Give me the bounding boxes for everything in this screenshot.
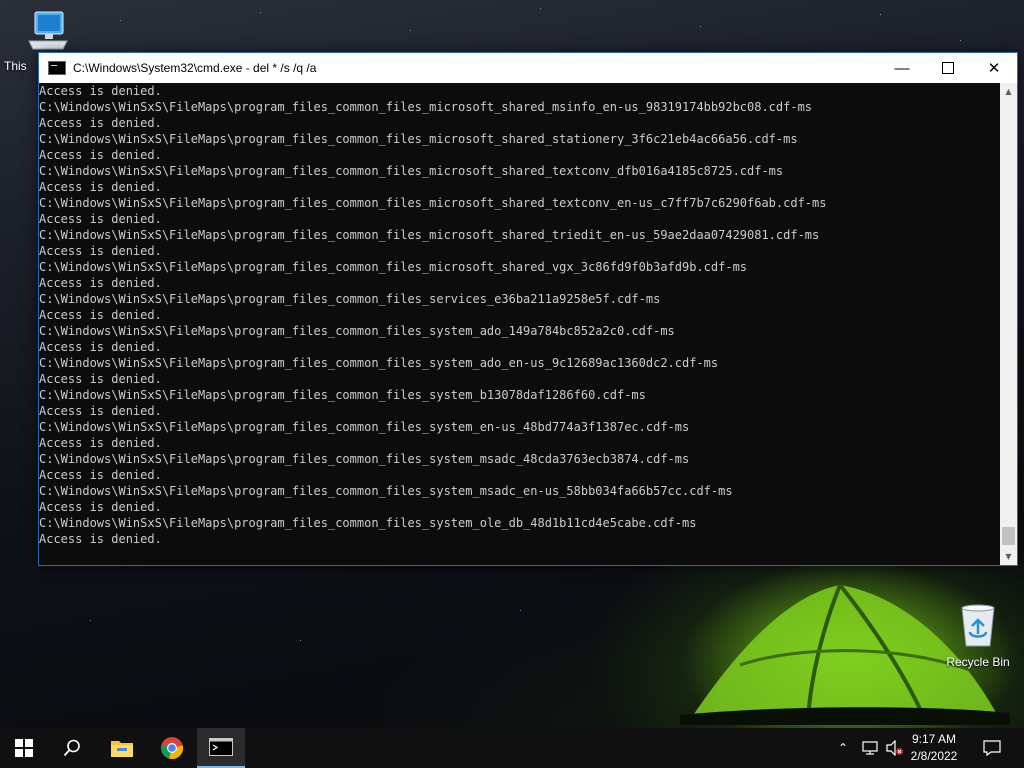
console-line: Access is denied. (39, 468, 162, 482)
console-line: Access is denied. (39, 276, 162, 290)
windows-start-icon (15, 739, 33, 757)
scroll-up-icon[interactable]: ▲ (1000, 83, 1017, 100)
console-line: C:\Windows\WinSxS\FileMaps\program_files… (39, 196, 827, 210)
console-line: C:\Windows\WinSxS\FileMaps\program_files… (39, 292, 661, 306)
start-button[interactable] (0, 728, 48, 768)
computer-icon (28, 11, 68, 50)
command-prompt-icon (209, 738, 233, 756)
network-icon (862, 741, 878, 755)
recycle-bin-label: Recycle Bin (946, 655, 1010, 669)
window-titlebar[interactable]: C:\Windows\System32\cmd.exe - del * /s /… (39, 53, 1017, 83)
console-line: Access is denied. (39, 84, 162, 98)
scrollbar-thumb[interactable] (1002, 527, 1015, 545)
chevron-up-icon: ⌃ (838, 741, 849, 755)
search-button[interactable] (48, 728, 96, 768)
console-line: Access is denied. (39, 340, 162, 354)
console-line: Access is denied. (39, 116, 162, 130)
recycle-bin-icon (961, 604, 995, 647)
console-line: Access is denied. (39, 308, 162, 322)
volume-muted-icon (886, 740, 903, 756)
taskbar-clock[interactable]: 9:17 AM 2/8/2022 (904, 731, 964, 765)
cmd-app-icon (48, 61, 66, 75)
console-output[interactable]: Access is denied. C:\Windows\WinSxS\FileM… (39, 83, 999, 565)
clock-time: 9:17 AM (911, 732, 957, 746)
console-line: C:\Windows\WinSxS\FileMaps\program_files… (39, 260, 748, 274)
file-explorer-taskbar-button[interactable] (98, 728, 146, 768)
chrome-icon (161, 737, 184, 760)
console-line: C:\Windows\WinSxS\FileMaps\program_files… (39, 324, 675, 338)
close-icon: ✕ (987, 60, 1001, 77)
console-line: C:\Windows\WinSxS\FileMaps\program_files… (39, 484, 733, 498)
notification-icon (983, 740, 1001, 756)
recycle-bin-desktop-icon[interactable]: Recycle Bin (940, 602, 1016, 669)
volume-button[interactable] (886, 728, 906, 768)
scroll-down-icon[interactable]: ▼ (1000, 548, 1017, 565)
console-line: Access is denied. (39, 180, 162, 194)
command-prompt-window[interactable]: C:\Windows\System32\cmd.exe - del * /s /… (38, 52, 1018, 566)
console-line: C:\Windows\WinSxS\FileMaps\program_files… (39, 388, 646, 402)
close-button[interactable]: ✕ (971, 53, 1017, 83)
console-line: Access is denied. (39, 148, 162, 162)
show-hidden-icons-button[interactable]: ⌃ (838, 728, 854, 768)
notification-center-button[interactable] (980, 728, 1004, 768)
file-explorer-icon (111, 741, 133, 757)
vertical-scrollbar[interactable]: ▲ ▼ (1000, 83, 1017, 565)
minimize-button[interactable]: — (879, 53, 925, 83)
console-line: Access is denied. (39, 212, 162, 226)
console-line: Access is denied. (39, 436, 162, 450)
console-line: Access is denied. (39, 500, 162, 514)
command-prompt-taskbar-button[interactable] (197, 728, 245, 768)
maximize-button[interactable] (925, 53, 971, 83)
console-line: C:\Windows\WinSxS\FileMaps\program_files… (39, 100, 813, 114)
console-line: C:\Windows\WinSxS\FileMaps\program_files… (39, 132, 798, 146)
console-line: C:\Windows\WinSxS\FileMaps\program_files… (39, 420, 690, 434)
chrome-taskbar-button[interactable] (148, 728, 196, 768)
console-line: Access is denied. (39, 404, 162, 418)
console-line: C:\Windows\WinSxS\FileMaps\program_files… (39, 516, 697, 530)
console-line: Access is denied. (39, 532, 162, 546)
network-button[interactable] (862, 728, 880, 768)
console-cursor-line (39, 563, 999, 565)
console-line: C:\Windows\WinSxS\FileMaps\program_files… (39, 356, 719, 370)
maximize-icon (942, 62, 954, 74)
window-title: C:\Windows\System32\cmd.exe - del * /s /… (73, 61, 317, 75)
console-line: C:\Windows\WinSxS\FileMaps\program_files… (39, 164, 784, 178)
taskbar: ⌃ 9:17 AM 2/8/2022 (0, 728, 1024, 768)
console-line: C:\Windows\WinSxS\FileMaps\program_files… (39, 228, 820, 242)
console-line: Access is denied. (39, 244, 162, 258)
console-line: Access is denied. (39, 372, 162, 386)
search-icon (63, 739, 80, 757)
clock-date: 2/8/2022 (910, 749, 958, 763)
console-line: C:\Windows\WinSxS\FileMaps\program_files… (39, 452, 690, 466)
minimize-icon: — (894, 59, 910, 77)
